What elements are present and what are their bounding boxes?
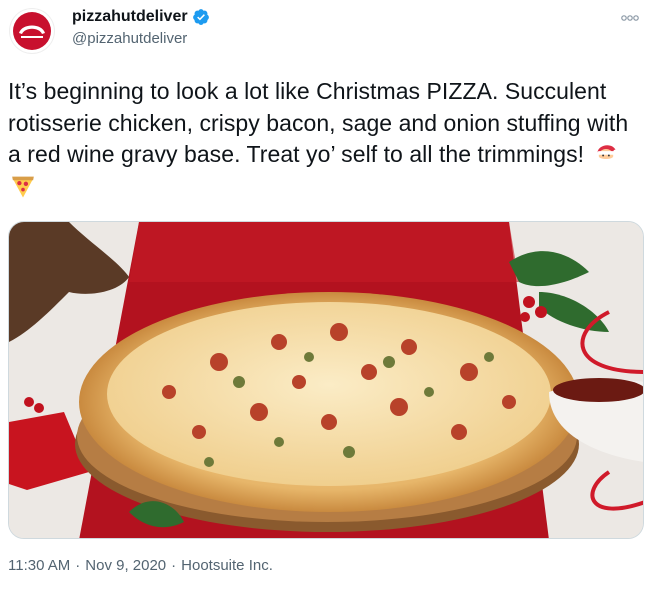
tweet-image[interactable]	[8, 221, 644, 539]
santa-emoji-icon	[596, 145, 618, 164]
author-name-row[interactable]: pizzahutdeliver	[72, 8, 210, 26]
tweet-meta: 11:30 AM · Nov 9, 2020 · Hootsuite Inc.	[8, 557, 273, 574]
more-options-icon[interactable]	[620, 11, 640, 25]
meta-separator: ·	[75, 557, 81, 574]
pizza-emoji-icon	[12, 176, 34, 198]
tweet-time[interactable]: 11:30 AM	[8, 557, 70, 574]
author-display-name[interactable]: pizzahutdeliver	[72, 8, 188, 26]
verified-badge-icon	[192, 9, 209, 25]
pizza-photo	[9, 222, 643, 538]
tweet-text: It’s beginning to look a lot like Christ…	[8, 76, 638, 202]
author-handle[interactable]: @pizzahutdeliver	[72, 30, 187, 47]
tweet-card: pizzahutdeliver @pizzahutdeliver It’s be…	[0, 0, 651, 592]
meta-separator: ·	[171, 557, 177, 574]
tweet-body-text: It’s beginning to look a lot like Christ…	[8, 78, 629, 167]
tweet-date[interactable]: Nov 9, 2020	[85, 557, 166, 574]
avatar[interactable]	[9, 8, 55, 54]
tweet-source[interactable]: Hootsuite Inc.	[181, 557, 273, 574]
pizza-hut-logo-icon	[13, 12, 51, 50]
